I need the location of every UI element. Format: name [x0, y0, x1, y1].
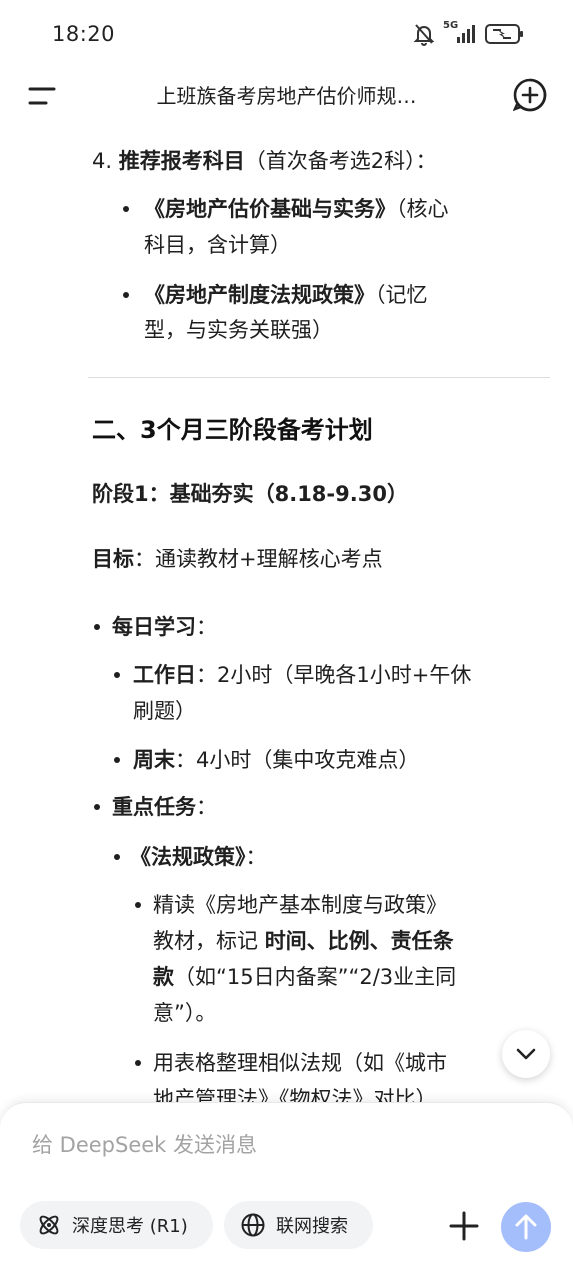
- subject2-line2: 型，与实务关联强）: [144, 318, 333, 342]
- table-line1: 用表格整理相似法规（如《城市: [153, 1051, 447, 1075]
- weekend-line: 周末：4小时（集中攻克难点）: [133, 743, 419, 778]
- read-line3: 款（如“15日内备案”“2/3业主同: [153, 960, 456, 995]
- daily-line: 每日学习：: [112, 610, 217, 645]
- read-text: （如“15日内备案”“2/3业主同: [174, 965, 457, 989]
- policy-label: 《法规政策》: [130, 845, 246, 869]
- read-bold: 款: [153, 965, 174, 989]
- goal-line: 目标：通读教材+理解核心考点: [92, 542, 383, 577]
- goal-text: ：通读教材+理解核心考点: [134, 547, 383, 571]
- conversation-title[interactable]: 上班族备考房地产估价师规…: [100, 80, 473, 109]
- read-line4: 意”）。: [153, 1001, 217, 1025]
- item4-note: （首次备考选2科）：: [244, 149, 437, 173]
- item4-number: 4.: [92, 149, 113, 173]
- menu-icon[interactable]: [28, 84, 58, 108]
- mute-bell-icon: [413, 24, 435, 46]
- status-bar: 18:20 5G: [0, 0, 573, 70]
- subject2-name: 《房地产制度法规政策》: [144, 283, 375, 307]
- section-heading: 二、3个月三阶段备考计划: [92, 416, 373, 444]
- status-time: 18:20: [52, 22, 116, 46]
- bullet: [114, 672, 120, 678]
- subject2-line1: 《房地产制度法规政策》（记忆: [144, 278, 428, 313]
- scroll-to-bottom-button[interactable]: [502, 1030, 550, 1078]
- subject2-note: （记忆: [375, 283, 428, 307]
- deep-think-button[interactable]: 深度思考 (R1): [20, 1201, 213, 1249]
- bullet: [135, 902, 141, 908]
- chevron-down-icon: [516, 1048, 536, 1060]
- web-search-button[interactable]: 联网搜索: [224, 1201, 373, 1249]
- input-panel: 给 DeepSeek 发送消息 深度思考 (R1) 联网搜索: [0, 1102, 573, 1281]
- read-line1: 精读《房地产基本制度与政策》: [153, 893, 447, 917]
- bullet: [94, 624, 100, 630]
- deep-think-label: 深度思考 (R1): [72, 1216, 188, 1237]
- signal-icon: 5G: [443, 20, 477, 46]
- attach-plus-icon[interactable]: [446, 1208, 482, 1244]
- daily-label: 每日学习: [112, 615, 196, 639]
- bullet: [114, 757, 120, 763]
- battery-icon: [485, 24, 523, 44]
- bullet: [123, 292, 129, 298]
- message-content: 4. 推荐报考科目（首次备考选2科）： 《房地产估价基础与实务》（核心 科目，含…: [0, 122, 573, 1102]
- tasks-label: 重点任务: [112, 795, 196, 819]
- send-button[interactable]: [501, 1202, 551, 1252]
- web-search-label: 联网搜索: [276, 1216, 348, 1237]
- colon: ：: [196, 795, 217, 819]
- bullet: [123, 206, 129, 212]
- arrow-up-icon: [515, 1214, 537, 1240]
- chat-header: 上班族备考房地产估价师规…: [0, 70, 573, 122]
- weekend-text: ：4小时（集中攻克难点）: [175, 748, 420, 772]
- subject1-line1: 《房地产估价基础与实务》（核心: [144, 192, 449, 227]
- workday-label: 工作日: [133, 663, 196, 687]
- policy-line: 《法规政策》：: [130, 840, 267, 875]
- globe-icon: [241, 1213, 265, 1237]
- table-line2: 地产管理法》《物权法》对比）: [153, 1087, 437, 1102]
- divider: [88, 377, 550, 378]
- status-icons: 5G: [413, 20, 525, 46]
- workday-line1: 工作日：2小时（早晚各1小时+午休: [133, 658, 471, 693]
- bullet: [135, 1060, 141, 1066]
- weekend-label: 周末: [133, 748, 175, 772]
- subject1-note: （核心: [396, 197, 449, 221]
- item4-label: 推荐报考科目: [118, 149, 245, 173]
- read-line2: 教材，标记 时间、比例、责任条: [153, 924, 454, 959]
- read-text: 教材，标记: [153, 929, 258, 953]
- message-input[interactable]: 给 DeepSeek 发送消息: [32, 1129, 257, 1159]
- colon: ：: [196, 615, 217, 639]
- read-bold: 时间、比例、责任条: [264, 929, 454, 953]
- bullet: [114, 854, 120, 860]
- new-chat-icon[interactable]: [513, 78, 547, 112]
- subject1-name: 《房地产估价基础与实务》: [144, 197, 396, 221]
- bullet: [94, 804, 100, 810]
- colon: ：: [245, 845, 267, 869]
- workday-line2: 刷题）: [133, 699, 196, 723]
- item4-line: 4. 推荐报考科目（首次备考选2科）：: [92, 144, 437, 179]
- workday-text: ：2小时（早晚各1小时+午休: [196, 663, 472, 687]
- atom-icon: [39, 1215, 59, 1235]
- tasks-line: 重点任务：: [112, 790, 217, 825]
- goal-label: 目标: [92, 547, 134, 571]
- stage1-title: 阶段1：基础夯实（8.18-9.30）: [92, 482, 408, 506]
- subject1-line2: 科目，含计算）: [144, 233, 291, 257]
